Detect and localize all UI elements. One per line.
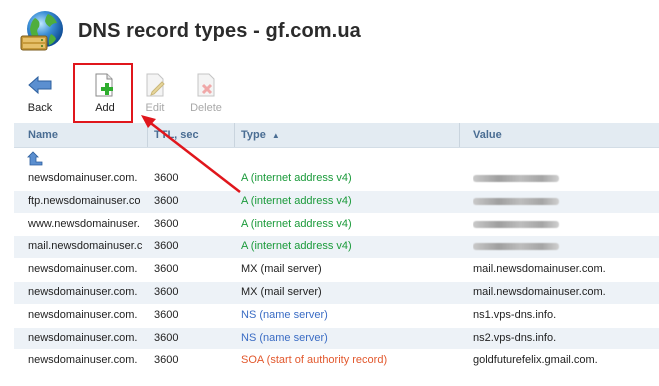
record-value-cell xyxy=(473,168,659,189)
record-name-cell: newsdomainuser.com. xyxy=(28,285,138,298)
column-header-value[interactable]: Value xyxy=(473,123,502,147)
page-title: DNS record types - gf.com.ua xyxy=(78,20,361,42)
edit-label: Edit xyxy=(145,102,165,114)
back-label: Back xyxy=(27,102,53,114)
record-type-cell: A (internet address v4) xyxy=(241,217,352,230)
record-ttl-cell: 3600 xyxy=(154,172,179,184)
record-type-cell: NS (name server) xyxy=(241,331,328,344)
record-ttl-cell: 3600 xyxy=(154,240,179,253)
column-header-name[interactable]: Name xyxy=(28,123,58,147)
record-name-cell: newsdomainuser.com. xyxy=(28,172,138,184)
record-value-cell: ns2.vps-dns.info. xyxy=(473,331,557,344)
record-type-cell: SOA (start of authority record) xyxy=(241,354,388,367)
record-ttl-cell: 3600 xyxy=(154,285,179,298)
globe-server-icon xyxy=(20,11,63,51)
table-row[interactable]: newsdomainuser.com. 3600 A (internet addre… xyxy=(14,168,659,191)
record-ttl-cell: 3600 xyxy=(154,308,179,321)
edit-document-icon xyxy=(146,73,165,97)
record-name-cell: newsdomainuser.com. xyxy=(28,263,138,276)
delete-label: Delete xyxy=(190,102,222,114)
column-divider xyxy=(234,123,235,147)
column-header-type[interactable]: Type ▲ xyxy=(241,123,280,147)
table-row[interactable]: newsdomainuser.com. 3600 MX (mail server) m… xyxy=(14,259,659,282)
table-header: Name TTL, sec Type ▲ Value xyxy=(14,123,659,148)
record-ttl-cell: 3600 xyxy=(154,331,179,344)
record-type-cell: MX (mail server) xyxy=(241,285,322,298)
table-row[interactable]: newsdomainuser.com. 3600 NS (name server) n… xyxy=(14,327,659,351)
record-value-cell: goldfuturefelix.gmail.com. xyxy=(473,354,598,367)
record-value-cell xyxy=(473,236,659,257)
records-table: Name TTL, sec Type ▲ Value newsdomainuse… xyxy=(14,123,659,374)
record-name-cell: newsdomainuser.com. xyxy=(28,331,138,344)
record-type-cell: A (internet address v4) xyxy=(241,194,352,207)
record-ttl-cell: 3600 xyxy=(154,354,179,367)
record-value-cell: ns1.vps-dns.info. xyxy=(473,308,557,321)
edit-button[interactable]: Edit xyxy=(126,68,184,116)
back-arrow-icon xyxy=(28,75,52,95)
column-header-type-label: Type xyxy=(241,129,266,141)
record-ttl-cell: 3600 xyxy=(154,217,179,230)
record-type-cell: NS (name server) xyxy=(241,308,328,321)
table-body: newsdomainuser.com. 3600 A (internet addre… xyxy=(14,168,659,374)
record-name-cell: newsdomainuser.com. xyxy=(28,308,138,321)
column-header-ttl[interactable]: TTL, sec xyxy=(154,123,199,147)
record-type-cell: A (internet address v4) xyxy=(241,172,352,184)
table-row[interactable]: www.newsdomainuser. 3600 A (internet addre… xyxy=(14,213,659,237)
parent-level-row xyxy=(14,148,659,168)
record-name-cell: mail.newsdomainuser.c xyxy=(28,240,143,253)
column-divider xyxy=(459,123,460,147)
record-name-cell: www.newsdomainuser. xyxy=(28,217,140,230)
record-type-cell: MX (mail server) xyxy=(241,263,322,276)
record-value-cell xyxy=(473,214,659,235)
delete-document-icon xyxy=(197,73,215,97)
record-ttl-cell: 3600 xyxy=(154,263,179,276)
table-row[interactable]: newsdomainuser.com. 3600 NS (name server) n… xyxy=(14,304,659,328)
record-value-cell xyxy=(473,191,659,212)
table-row[interactable]: newsdomainuser.com. 3600 MX (mail server) m… xyxy=(14,281,659,305)
redacted-value xyxy=(473,197,559,205)
record-value-cell: mail.newsdomainuser.com. xyxy=(473,285,606,298)
record-value-cell: mail.newsdomainuser.com. xyxy=(473,263,606,276)
up-level-icon[interactable] xyxy=(27,151,43,166)
redacted-value xyxy=(473,220,559,228)
redacted-value xyxy=(473,175,559,182)
table-row[interactable]: newsdomainuser.com. 3600 SOA (start of aut… xyxy=(14,350,659,374)
table-row[interactable]: ftp.newsdomainuser.co 3600 A (internet add… xyxy=(14,190,659,214)
record-type-cell: A (internet address v4) xyxy=(241,240,352,253)
table-row[interactable]: mail.newsdomainuser.c 3600 A (internet add… xyxy=(14,236,659,260)
back-button[interactable]: Back xyxy=(11,68,69,116)
record-name-cell: newsdomainuser.com. xyxy=(28,354,138,367)
column-divider xyxy=(147,123,148,147)
page-header: DNS record types - gf.com.ua xyxy=(0,0,659,64)
add-button-highlight xyxy=(73,63,133,123)
redacted-value xyxy=(473,243,559,251)
record-ttl-cell: 3600 xyxy=(154,194,179,207)
delete-button[interactable]: Delete xyxy=(177,68,235,116)
record-name-cell: ftp.newsdomainuser.co xyxy=(28,194,141,207)
sort-ascending-icon: ▲ xyxy=(271,131,280,140)
